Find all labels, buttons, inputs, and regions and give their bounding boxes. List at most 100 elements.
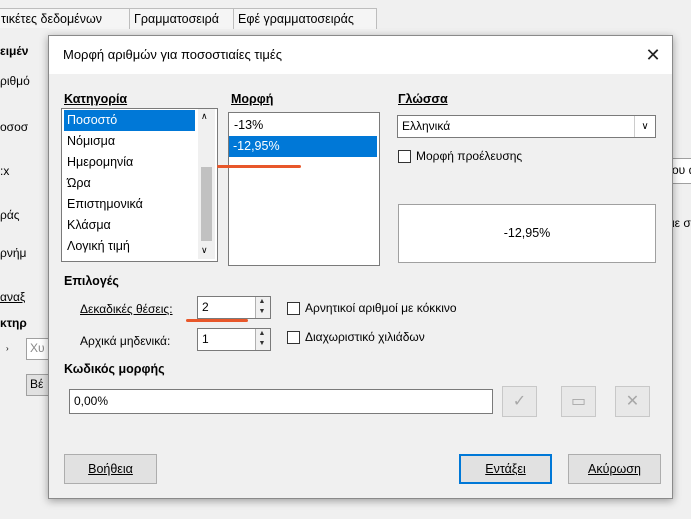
category-label: Κατηγορία xyxy=(64,92,127,106)
comment-icon: ▭ xyxy=(570,393,587,410)
category-item[interactable]: Ώρα xyxy=(64,173,91,194)
bg-fragment: ιε σι xyxy=(672,216,691,230)
language-label-text: Γλώσσα xyxy=(398,92,448,106)
thousands-separator-label: Διαχωριστικό χιλιάδων xyxy=(305,330,425,344)
cancel-button[interactable]: Ακύρωση xyxy=(568,454,661,484)
annotation-underline xyxy=(217,165,301,168)
preview-value: -12,95% xyxy=(503,226,551,240)
bg-fragment: Χυ xyxy=(30,341,45,355)
thousands-separator-checkbox[interactable] xyxy=(287,331,300,344)
bg-tab-label: τικέτες δεδομένων xyxy=(1,12,103,26)
number-format-dialog: Μορφή αριθμών για ποσοστιαίες τιμές ✕ Κα… xyxy=(48,35,673,499)
format-item[interactable]: -13% xyxy=(231,115,263,136)
checkmark-icon: ✓ xyxy=(512,393,527,410)
background-tabstrip: τικέτες δεδομένων Γραμματοσειρά Εφέ γραμ… xyxy=(0,0,691,29)
category-label-text: Κατηγορία xyxy=(64,92,128,106)
bg-fragment: ριθμό xyxy=(0,74,30,88)
format-code-label: Κωδικός μορφής xyxy=(64,362,165,376)
bg-tab-data-labels[interactable]: τικέτες δεδομένων xyxy=(0,8,130,29)
bg-tab-label: Γραμματοσειρά xyxy=(134,12,219,26)
bg-fragment: ειμέν xyxy=(0,44,29,58)
annotation-underline xyxy=(186,319,248,322)
category-item-label: Κλάσμα xyxy=(67,218,111,232)
decimal-places-stepper[interactable]: 2 ▲ ▼ xyxy=(197,296,271,319)
leading-zeros-value[interactable]: 1 xyxy=(202,332,209,346)
negative-red-label: Αρνητικοί αριθμοί με κόκκινο xyxy=(305,301,457,315)
decimal-places-label-text: Δεκαδικές θέσεις: xyxy=(80,302,173,316)
format-item-label: -12,95% xyxy=(233,139,280,153)
background-left-panel: ειμέν ριθμό οσοσ :x ράς ρνήμ αναξ κτηρ ›… xyxy=(0,28,50,519)
format-label-text: Μορφή xyxy=(231,92,274,106)
bg-fragment: ου α xyxy=(672,163,691,177)
bg-fragment: Βέ xyxy=(30,377,44,391)
language-label: Γλώσσα xyxy=(398,92,448,106)
stepper-buttons[interactable]: ▲ ▼ xyxy=(255,329,270,350)
bg-tab-font-effects[interactable]: Εφέ γραμματοσειράς xyxy=(233,8,377,29)
category-item-label: Λογική τιμή xyxy=(67,239,130,253)
category-item-label: Επιστημονικά xyxy=(67,197,143,211)
category-item-label: Ώρα xyxy=(67,176,91,190)
source-format-checkbox[interactable] xyxy=(398,150,411,163)
spin-up-icon[interactable]: ▲ xyxy=(256,297,268,307)
leading-zeros-label: Αρχικά μηδενικά: xyxy=(80,334,171,348)
bg-fragment: :x xyxy=(0,164,10,178)
chevron-up-icon[interactable]: ∧ xyxy=(201,111,208,122)
category-item-label: Νόμισμα xyxy=(67,134,116,148)
negative-red-checkbox[interactable] xyxy=(287,302,300,315)
format-item-label: -13% xyxy=(234,118,264,132)
spin-down-icon[interactable]: ▼ xyxy=(256,307,268,317)
bg-tab-label: Εφέ γραμματοσειράς xyxy=(238,12,354,26)
bg-fragment: αναξ xyxy=(0,290,26,304)
category-item[interactable]: Ποσοστό xyxy=(64,110,195,131)
chevron-down-icon[interactable]: ∨ xyxy=(634,116,655,137)
check-button[interactable]: ✓ xyxy=(502,386,537,417)
bg-fragment: οσοσ xyxy=(0,120,29,134)
category-item-label: Ποσοστό xyxy=(67,113,118,127)
preview-box: -12,95% xyxy=(398,204,656,263)
category-item[interactable]: Νόμισμα xyxy=(64,131,115,152)
decimal-places-value[interactable]: 2 xyxy=(202,300,209,314)
help-button[interactable]: Βοήθεια xyxy=(64,454,157,484)
spin-down-icon[interactable]: ▼ xyxy=(256,339,268,349)
source-format-label: Μορφή προέλευσης xyxy=(416,149,523,163)
bg-fragment: ράς xyxy=(0,208,20,222)
delete-button[interactable]: ✕ xyxy=(615,386,650,417)
category-list[interactable]: Ποσοστό Νόμισμα Ημερομηνία Ώρα Επιστημον… xyxy=(61,108,218,262)
cancel-button-label: Ακύρωση xyxy=(588,462,641,476)
ok-button-label: Εντάξει xyxy=(485,462,526,476)
category-item[interactable]: Κλάσμα xyxy=(64,215,111,236)
help-button-label: Βοήθεια xyxy=(88,462,133,476)
category-scrollbar[interactable]: ∧ ∨ xyxy=(198,109,215,259)
bg-fragment: κτηρ xyxy=(0,316,27,330)
format-label: Μορφή xyxy=(231,92,273,106)
ok-button[interactable]: Εντάξει xyxy=(459,454,552,484)
category-item-label: Ημερομηνία xyxy=(67,155,134,169)
bg-fragment: ρνήμ xyxy=(0,246,27,260)
chevron-down-icon[interactable]: ∨ xyxy=(201,245,208,256)
dialog-titlebar[interactable]: Μορφή αριθμών για ποσοστιαίες τιμές ✕ xyxy=(49,36,672,74)
stepper-buttons[interactable]: ▲ ▼ xyxy=(255,297,270,318)
spin-up-icon[interactable]: ▲ xyxy=(256,329,268,339)
bg-tab-font[interactable]: Γραμματοσειρά xyxy=(129,8,237,29)
close-icon: ✕ xyxy=(625,393,640,410)
format-code-value[interactable]: 0,00% xyxy=(74,394,108,408)
bg-input[interactable]: Χυ xyxy=(26,338,50,360)
bg-button[interactable]: Βέ xyxy=(26,374,50,396)
chevron-right-icon: › xyxy=(6,344,9,353)
language-select[interactable]: Ελληνικά ∨ xyxy=(397,115,656,138)
leading-zeros-stepper[interactable]: 1 ▲ ▼ xyxy=(197,328,271,351)
category-item[interactable]: Λογική τιμή xyxy=(64,236,130,257)
format-item-selected[interactable]: -12,95% xyxy=(229,136,377,157)
format-list[interactable]: -13% -12,95% xyxy=(228,112,380,266)
options-label: Επιλογές xyxy=(64,274,119,288)
close-button[interactable]: ✕ xyxy=(638,41,668,69)
decimal-places-label: Δεκαδικές θέσεις: xyxy=(80,302,173,316)
close-icon: ✕ xyxy=(645,45,661,65)
language-value: Ελληνικά xyxy=(402,119,451,133)
scrollbar-thumb[interactable] xyxy=(201,167,212,241)
format-code-input[interactable]: 0,00% xyxy=(69,389,493,414)
category-item[interactable]: Ημερομηνία xyxy=(64,152,133,173)
dialog-title: Μορφή αριθμών για ποσοστιαίες τιμές xyxy=(63,47,282,62)
comment-button[interactable]: ▭ xyxy=(561,386,596,417)
category-item[interactable]: Επιστημονικά xyxy=(64,194,143,215)
